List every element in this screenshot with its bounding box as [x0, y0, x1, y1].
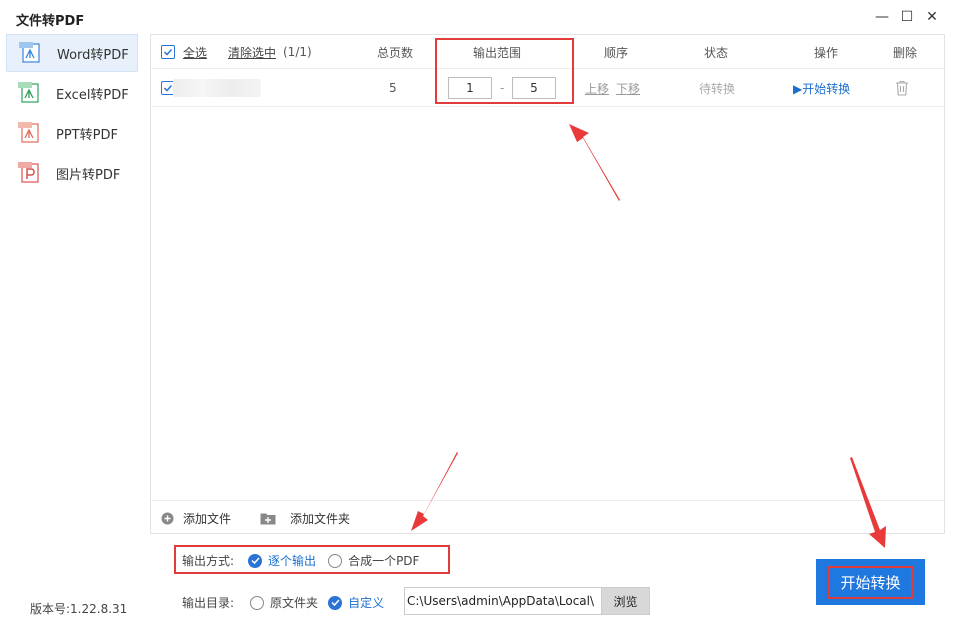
- version-label: 版本号:1.22.8.31: [30, 602, 128, 616]
- move-down-link[interactable]: 下移: [616, 69, 640, 107]
- title-bar: 文件转PDF — ☐ ✕: [0, 0, 960, 34]
- add-file-button[interactable]: 添加文件: [161, 501, 231, 535]
- range-highlight-box: [435, 38, 574, 104]
- output-mode-label: 输出方式:: [182, 554, 235, 568]
- trash-icon[interactable]: [895, 69, 909, 107]
- list-footer: 添加文件 添加文件夹: [151, 500, 944, 534]
- header-delete: 删除: [893, 45, 918, 60]
- minimize-button[interactable]: —: [870, 6, 894, 28]
- add-folder-button[interactable]: 添加文件夹: [260, 501, 350, 535]
- radio-original-icon[interactable]: [250, 595, 265, 610]
- sidebar-item-excel[interactable]: Excel转PDF: [6, 74, 138, 112]
- row-start-convert-button[interactable]: ▶开始转换: [793, 69, 850, 107]
- header-pages: 总页数: [377, 45, 414, 60]
- select-all-checkbox[interactable]: [161, 35, 175, 69]
- output-dir-row: 输出目录: 原文件夹 自定义: [182, 594, 384, 611]
- header-order: 顺序: [604, 45, 629, 60]
- folder-plus-icon: [260, 513, 276, 524]
- radio-custom-icon[interactable]: [328, 595, 343, 610]
- maximize-button[interactable]: ☐: [895, 6, 919, 28]
- sidebar: Word转PDF Excel转PDF PPT转PDF 图片转PDF 版本号:1.…: [0, 34, 143, 631]
- clear-selection-link[interactable]: 清除选中: [228, 35, 276, 69]
- row-status: 待转换: [699, 81, 736, 96]
- ppt-pdf-icon: [16, 121, 40, 145]
- output-path-input[interactable]: [404, 587, 602, 615]
- sidebar-item-label: Word转PDF: [57, 47, 129, 63]
- file-name-blurred: [173, 69, 261, 107]
- image-pdf-icon: [16, 161, 40, 185]
- select-all-link[interactable]: 全选: [183, 35, 207, 69]
- file-list-panel: 全选 清除选中 (1/1) 总页数 输出范围 顺序 状态 操作 删除 5 1 -…: [150, 34, 945, 534]
- header-action: 操作: [814, 45, 839, 60]
- radio-each-icon[interactable]: [248, 553, 263, 568]
- sidebar-item-ppt[interactable]: PPT转PDF: [6, 114, 138, 152]
- excel-pdf-icon: [16, 81, 40, 105]
- sidebar-item-label: PPT转PDF: [56, 127, 118, 143]
- header-status: 状态: [704, 45, 729, 60]
- word-pdf-icon: [17, 41, 41, 65]
- selection-count: (1/1): [283, 45, 312, 59]
- close-button[interactable]: ✕: [920, 6, 944, 28]
- mode-each-option[interactable]: 逐个输出: [268, 552, 316, 569]
- start-convert-button[interactable]: 开始转换: [816, 559, 925, 605]
- dir-original-option[interactable]: 原文件夹: [270, 594, 318, 611]
- browse-button[interactable]: 浏览: [601, 587, 650, 615]
- move-up-link[interactable]: 上移: [585, 69, 609, 107]
- plus-circle-icon: [161, 512, 174, 524]
- output-mode-row: 输出方式: 逐个输出 合成一个PDF: [182, 552, 419, 569]
- radio-merge-icon[interactable]: [328, 553, 343, 568]
- start-convert-label: 开始转换: [828, 565, 913, 599]
- sidebar-item-image[interactable]: 图片转PDF: [6, 154, 138, 192]
- mode-merge-option[interactable]: 合成一个PDF: [348, 552, 419, 569]
- sidebar-item-label: 图片转PDF: [56, 167, 121, 183]
- dir-custom-option[interactable]: 自定义: [348, 594, 384, 611]
- row-pages: 5: [389, 81, 397, 95]
- sidebar-item-word[interactable]: Word转PDF: [6, 34, 138, 72]
- output-dir-label: 输出目录:: [182, 596, 235, 610]
- sidebar-item-label: Excel转PDF: [56, 87, 129, 103]
- app-title: 文件转PDF: [16, 14, 85, 29]
